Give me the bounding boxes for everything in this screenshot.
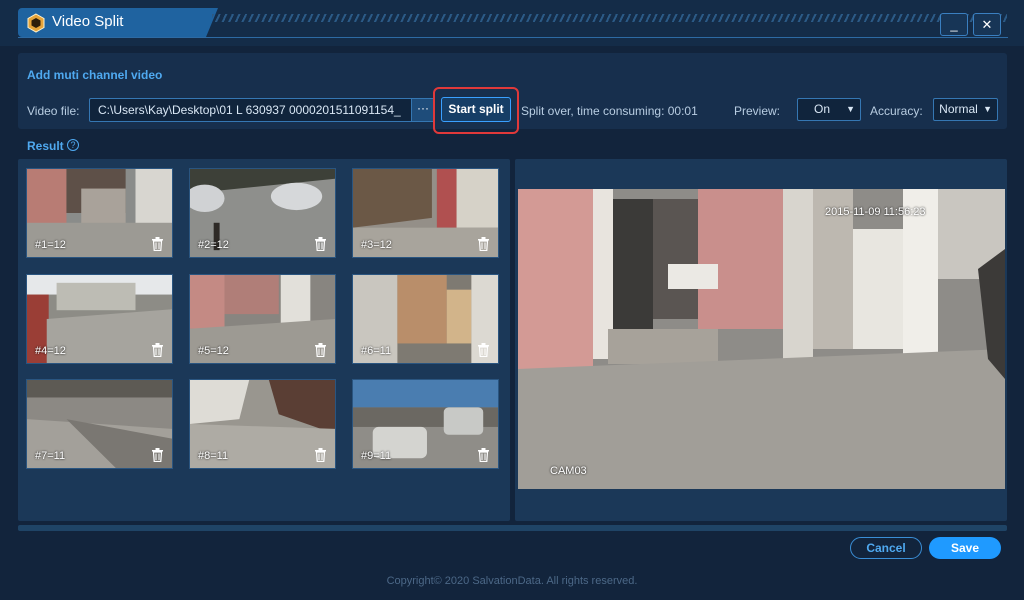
thumbnail-item-7[interactable]: #7=11	[26, 379, 173, 469]
minimize-button[interactable]: _	[940, 13, 968, 36]
thumbnail-label: #1=12	[35, 239, 66, 251]
highlight-annotation	[433, 87, 519, 134]
thumbnail-item-4[interactable]: #4=12	[26, 274, 173, 364]
video-timestamp: 2015-11-09 11:56:23	[825, 206, 926, 218]
title-divider	[18, 37, 1008, 38]
video-preview[interactable]: 2015-11-09 11:56:23 CAM03	[518, 189, 1005, 489]
section-title: Add muti channel video	[27, 68, 163, 82]
thumbnail-label: #5=12	[198, 345, 229, 357]
thumbnail-item-9[interactable]: #9=11	[352, 379, 499, 469]
camera-label: CAM03	[550, 465, 587, 477]
chevron-down-icon: ▼	[846, 104, 855, 114]
trash-icon[interactable]	[314, 448, 327, 462]
thumbnail-item-3[interactable]: #3=12	[352, 168, 499, 258]
title-decoration	[212, 14, 1007, 22]
thumbnail-item-1[interactable]: #1=12	[26, 168, 173, 258]
close-button[interactable]: ✕	[973, 13, 1001, 36]
app-logo-icon	[27, 13, 45, 33]
preview-frame	[518, 189, 1005, 489]
bottom-divider	[18, 525, 1007, 531]
trash-icon[interactable]	[477, 448, 490, 462]
accuracy-select[interactable]: Normal ▼	[933, 98, 998, 121]
video-file-label: Video file:	[27, 104, 80, 118]
chevron-down-icon: ▼	[983, 104, 992, 114]
cancel-button[interactable]: Cancel	[850, 537, 922, 559]
trash-icon[interactable]	[477, 343, 490, 357]
thumbnail-item-8[interactable]: #8=11	[189, 379, 336, 469]
thumbnail-item-5[interactable]: #5=12	[189, 274, 336, 364]
thumbnail-item-6[interactable]: #6=11	[352, 274, 499, 364]
thumbnail-item-2[interactable]: #2=12	[189, 168, 336, 258]
window-title: Video Split	[52, 13, 124, 30]
save-button[interactable]: Save	[929, 537, 1001, 559]
result-label: Result	[27, 139, 64, 153]
video-file-input[interactable]: C:\Users\Kay\Desktop\01 L 630937 0000201…	[89, 98, 435, 122]
thumbnail-label: #2=12	[198, 239, 229, 251]
trash-icon[interactable]	[314, 237, 327, 251]
split-status: Split over, time consuming: 00:01	[521, 104, 698, 118]
thumbnail-label: #6=11	[361, 345, 392, 357]
trash-icon[interactable]	[151, 237, 164, 251]
accuracy-label: Accuracy:	[870, 104, 923, 118]
thumbnail-label: #9=11	[361, 450, 392, 462]
copyright-text: Copyright© 2020 SalvationData. All right…	[386, 575, 638, 587]
browse-button[interactable]: ···	[411, 99, 434, 121]
question-circle-icon[interactable]: ?	[67, 139, 79, 151]
preview-select-value: On	[813, 102, 830, 116]
thumbnail-label: #7=11	[35, 450, 66, 462]
trash-icon[interactable]	[477, 237, 490, 251]
trash-icon[interactable]	[151, 448, 164, 462]
preview-select[interactable]: On ▼	[797, 98, 861, 121]
preview-label: Preview:	[734, 104, 781, 118]
thumbnail-label: #3=12	[361, 239, 392, 251]
accuracy-select-value: Normal	[939, 102, 978, 116]
thumbnail-label: #8=11	[198, 450, 229, 462]
trash-icon[interactable]	[314, 343, 327, 357]
thumbnail-label: #4=12	[35, 345, 66, 357]
trash-icon[interactable]	[151, 343, 164, 357]
